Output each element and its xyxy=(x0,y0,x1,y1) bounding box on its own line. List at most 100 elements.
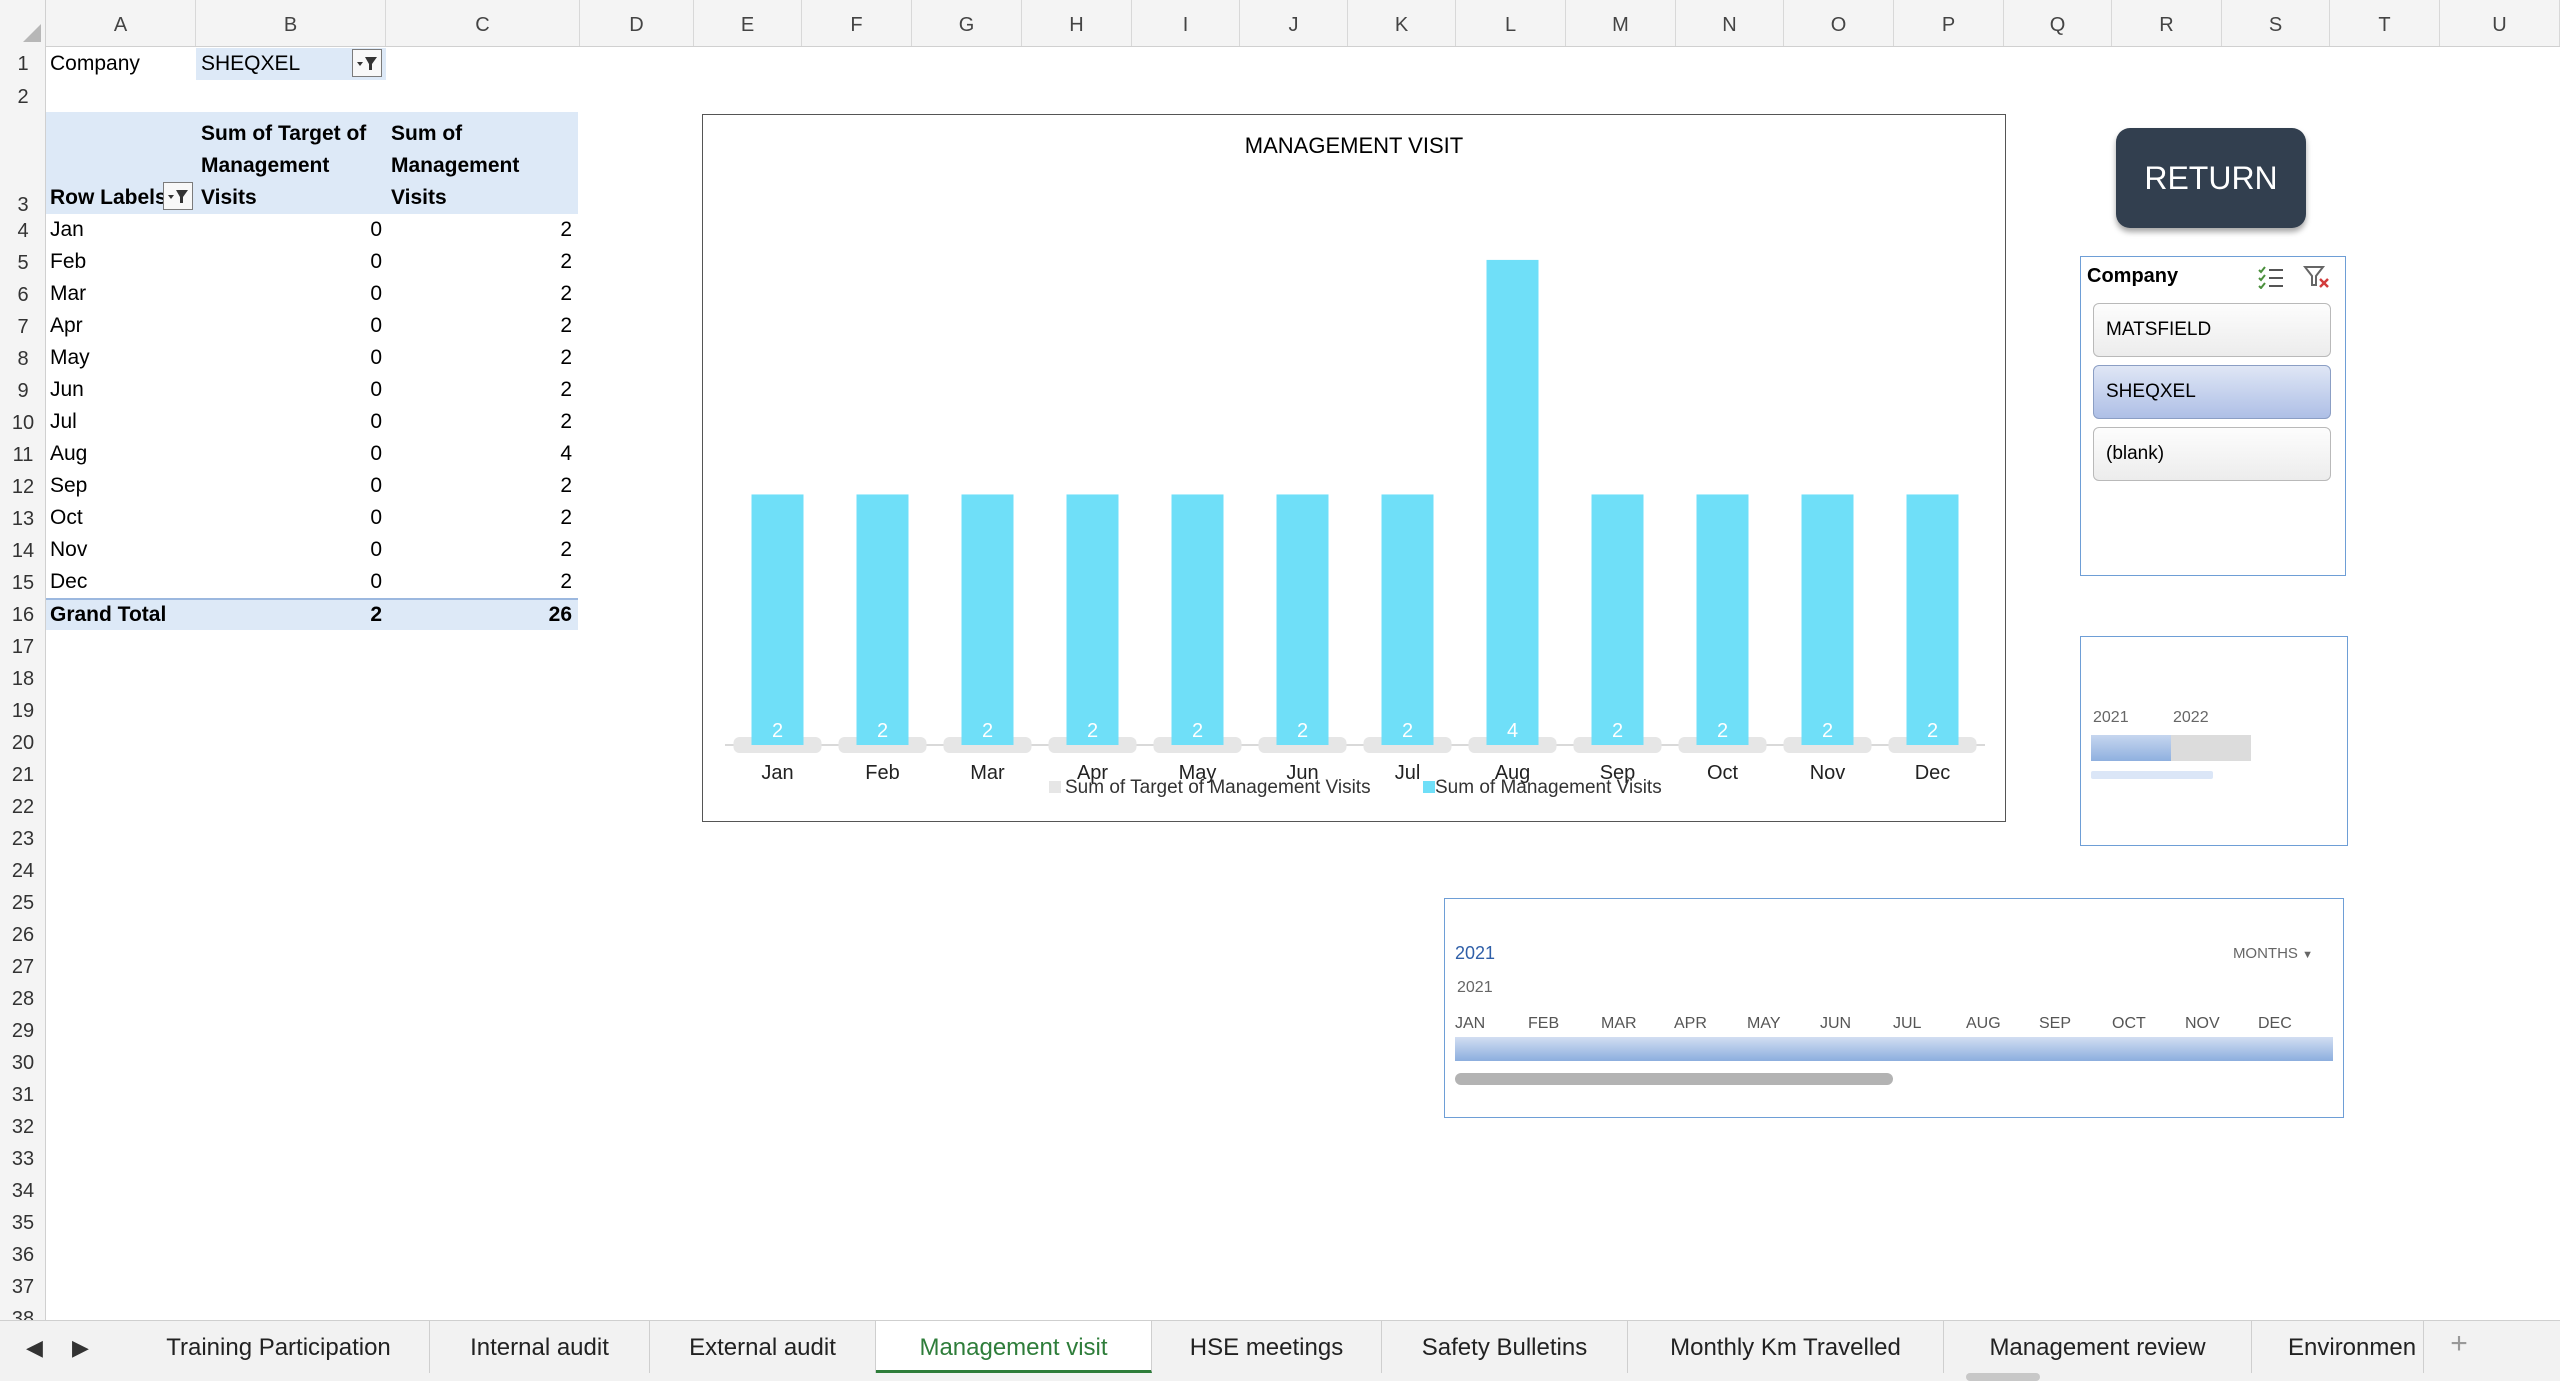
visits-bar[interactable] xyxy=(856,494,909,745)
row-header-21[interactable]: 21 xyxy=(0,758,45,790)
row-header-4[interactable]: 4 xyxy=(0,214,45,246)
visits-bar[interactable] xyxy=(751,494,804,745)
row-header-11[interactable]: 11 xyxy=(0,438,45,470)
row-header-9[interactable]: 9 xyxy=(0,374,45,406)
tab-management-review[interactable]: Management review xyxy=(1944,1321,2252,1373)
visits-bar[interactable] xyxy=(961,494,1014,745)
row-header-25[interactable]: 25 xyxy=(0,886,45,918)
column-header-d[interactable]: D xyxy=(580,0,694,46)
mini-timeline-selected-bar[interactable] xyxy=(2091,735,2171,761)
column-header-p[interactable]: P xyxy=(1894,0,2004,46)
timeline-month-nov[interactable]: NOV xyxy=(2185,1015,2220,1033)
timeline-level-dropdown[interactable]: MONTHS ▼ xyxy=(2233,945,2313,962)
row-header-33[interactable]: 33 xyxy=(0,1142,45,1174)
select-all-corner[interactable] xyxy=(0,0,46,46)
visits-bar[interactable] xyxy=(1066,494,1119,745)
row-header-28[interactable]: 28 xyxy=(0,982,45,1014)
row-header-7[interactable]: 7 xyxy=(0,310,45,342)
timeline-month-dec[interactable]: DEC xyxy=(2258,1015,2292,1033)
tab-monthly-km-travelled[interactable]: Monthly Km Travelled xyxy=(1628,1321,1944,1373)
column-header-i[interactable]: I xyxy=(1132,0,1240,46)
clear-filter-icon[interactable] xyxy=(2303,265,2331,289)
visits-bar[interactable] xyxy=(1171,494,1224,745)
row-header-22[interactable]: 22 xyxy=(0,790,45,822)
visits-bar[interactable] xyxy=(1381,494,1434,745)
row-header-27[interactable]: 27 xyxy=(0,950,45,982)
add-sheet-icon[interactable]: + xyxy=(2424,1327,2494,1367)
timeline-month-may[interactable]: MAY xyxy=(1747,1015,1780,1033)
tab-hse-meetings[interactable]: HSE meetings xyxy=(1152,1321,1382,1373)
column-header-g[interactable]: G xyxy=(912,0,1022,46)
row-header-24[interactable]: 24 xyxy=(0,854,45,886)
timeline-month-jan[interactable]: JAN xyxy=(1455,1015,1485,1033)
tab-safety-bulletins[interactable]: Safety Bulletins xyxy=(1382,1321,1628,1373)
row-header-15[interactable]: 15 xyxy=(0,566,45,598)
row-header-30[interactable]: 30 xyxy=(0,1046,45,1078)
row-header-36[interactable]: 36 xyxy=(0,1238,45,1270)
row-header-8[interactable]: 8 xyxy=(0,342,45,374)
column-header-t[interactable]: T xyxy=(2330,0,2440,46)
row-header-35[interactable]: 35 xyxy=(0,1206,45,1238)
timeline-month-jun[interactable]: JUN xyxy=(1820,1015,1851,1033)
row-header-14[interactable]: 14 xyxy=(0,534,45,566)
tab-management-visit[interactable]: Management visit xyxy=(876,1321,1152,1373)
slicer-item-sheqxel[interactable]: SHEQXEL xyxy=(2093,365,2331,419)
row-header-13[interactable]: 13 xyxy=(0,502,45,534)
row-header-19[interactable]: 19 xyxy=(0,694,45,726)
timeline-scrollbar[interactable] xyxy=(1455,1073,1893,1085)
column-header-h[interactable]: H xyxy=(1022,0,1132,46)
row-header-26[interactable]: 26 xyxy=(0,918,45,950)
column-header-s[interactable]: S xyxy=(2222,0,2330,46)
row-header-16[interactable]: 16 xyxy=(0,598,45,630)
visits-bar[interactable] xyxy=(1906,494,1959,745)
column-header-k[interactable]: K xyxy=(1348,0,1456,46)
tab-environmen[interactable]: Environmen xyxy=(2252,1321,2424,1373)
date-timeline[interactable]: 2021 MONTHS ▼ 2021 JAN FEB MAR APR MAY JUN JUL… xyxy=(1444,898,2344,1118)
timeline-month-oct[interactable]: OCT xyxy=(2112,1015,2146,1033)
timeline-month-aug[interactable]: AUG xyxy=(1966,1015,2001,1033)
mini-timeline[interactable]: 2021 2022 xyxy=(2080,636,2348,846)
multi-select-icon[interactable] xyxy=(2257,265,2285,289)
mini-timeline-unselected-bar[interactable] xyxy=(2171,735,2251,761)
column-header-b[interactable]: B xyxy=(196,0,386,46)
timeline-month-apr[interactable]: APR xyxy=(1674,1015,1707,1033)
visits-bar[interactable] xyxy=(1696,494,1749,745)
row-header-10[interactable]: 10 xyxy=(0,406,45,438)
row-header-3[interactable]: 3 xyxy=(0,112,45,216)
row-header-18[interactable]: 18 xyxy=(0,662,45,694)
timeline-month-sep[interactable]: SEP xyxy=(2039,1015,2071,1033)
column-header-q[interactable]: Q xyxy=(2004,0,2112,46)
visits-bar[interactable] xyxy=(1276,494,1329,745)
column-header-n[interactable]: N xyxy=(1676,0,1784,46)
column-header-c[interactable]: C xyxy=(386,0,580,46)
timeline-selection-bar[interactable] xyxy=(1455,1037,2333,1061)
management-visit-chart[interactable]: MANAGEMENT VISIT 2 Jan 2 Feb 2 Mar 2 Apr 2 May 2 Ju… xyxy=(702,114,2006,822)
column-header-e[interactable]: E xyxy=(694,0,802,46)
slicer-item-matsfield[interactable]: MATSFIELD xyxy=(2093,303,2331,357)
column-header-o[interactable]: O xyxy=(1784,0,1894,46)
row-header-32[interactable]: 32 xyxy=(0,1110,45,1142)
timeline-month-feb[interactable]: FEB xyxy=(1528,1015,1559,1033)
row-header-2[interactable]: 2 xyxy=(0,80,45,112)
row-header-17[interactable]: 17 xyxy=(0,630,45,662)
column-header-r[interactable]: R xyxy=(2112,0,2222,46)
row-header-38[interactable]: 38 xyxy=(0,1302,45,1320)
row-header-34[interactable]: 34 xyxy=(0,1174,45,1206)
visits-bar[interactable] xyxy=(1486,259,1539,745)
row-header-29[interactable]: 29 xyxy=(0,1014,45,1046)
row-header-6[interactable]: 6 xyxy=(0,278,45,310)
tab-internal-audit[interactable]: Internal audit xyxy=(430,1321,650,1373)
column-header-u[interactable]: U xyxy=(2440,0,2560,46)
return-button[interactable]: RETURN xyxy=(2116,128,2306,228)
row-header-1[interactable]: 1 xyxy=(0,46,45,80)
visits-bar[interactable] xyxy=(1591,494,1644,745)
column-header-m[interactable]: M xyxy=(1566,0,1676,46)
column-header-j[interactable]: J xyxy=(1240,0,1348,46)
column-header-f[interactable]: F xyxy=(802,0,912,46)
row-labels-filter-button[interactable] xyxy=(163,182,193,210)
row-header-31[interactable]: 31 xyxy=(0,1078,45,1110)
mini-timeline-scrollbar[interactable] xyxy=(2091,771,2213,779)
timeline-month-mar[interactable]: MAR xyxy=(1601,1015,1637,1033)
row-header-12[interactable]: 12 xyxy=(0,470,45,502)
row-header-20[interactable]: 20 xyxy=(0,726,45,758)
